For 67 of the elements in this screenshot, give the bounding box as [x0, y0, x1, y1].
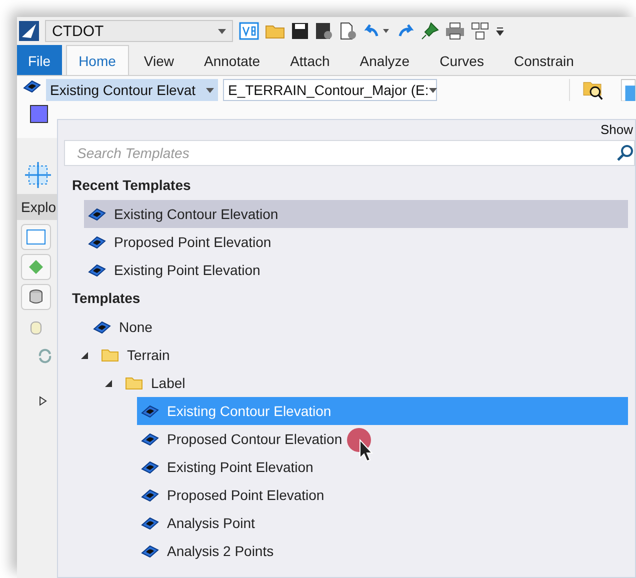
template-icon: [88, 235, 106, 249]
document-settings-icon[interactable]: [339, 22, 357, 40]
template-icon: [141, 404, 159, 418]
recent-template-item[interactable]: Existing Point Elevation: [84, 256, 628, 284]
template-item[interactable]: Existing Point Elevation: [137, 453, 628, 481]
tree-folder[interactable]: Label: [113, 369, 186, 397]
document-icon[interactable]: [620, 79, 636, 101]
template-icon: [141, 544, 159, 558]
template-item[interactable]: Proposed Contour Elevation: [137, 425, 628, 453]
printer-icon[interactable]: [445, 22, 465, 40]
collapse-arrow-icon[interactable]: [80, 352, 88, 358]
template-icon: [88, 207, 106, 221]
template-item[interactable]: None: [89, 313, 628, 341]
app-logo-icon: [19, 21, 39, 41]
ribbon-tab[interactable]: Home: [66, 45, 129, 75]
ribbon-tab[interactable]: Attach: [277, 45, 343, 75]
template-icon: [93, 320, 111, 334]
database-button[interactable]: [21, 284, 51, 310]
database-icon: [28, 289, 44, 305]
diamond-icon: [28, 259, 44, 275]
folder-icon: [101, 348, 119, 362]
search-icon[interactable]: [616, 144, 634, 162]
ribbon-tab[interactable]: Annotate: [191, 45, 274, 75]
save-icon[interactable]: [291, 22, 309, 40]
template-icon: [141, 488, 159, 502]
ribbon-tab[interactable]: Constrain: [500, 45, 587, 75]
workspace-dropdown[interactable]: CTDOT: [45, 20, 233, 42]
v8-button[interactable]: [21, 224, 51, 250]
template-dropdown[interactable]: Existing Contour Elevat: [46, 79, 218, 101]
v8-icon: [26, 229, 46, 245]
layout-icon[interactable]: [471, 22, 489, 40]
undo-icon[interactable]: [363, 23, 391, 39]
caret-icon: [206, 88, 214, 92]
template-icon: [141, 432, 159, 446]
template-icon: [141, 516, 159, 530]
search-field[interactable]: Search Templates: [64, 140, 635, 166]
explorer-tab[interactable]: Explo: [17, 194, 57, 220]
ribbon-tab[interactable]: File: [17, 45, 62, 75]
ribbon-tab[interactable]: Curves: [426, 45, 497, 75]
template-item[interactable]: Proposed Point Elevation: [137, 481, 628, 509]
template-icon: [88, 263, 106, 277]
customize-icon[interactable]: [495, 26, 505, 36]
section-heading: Recent Templates: [71, 176, 192, 195]
save-settings-icon[interactable]: [315, 22, 333, 40]
mouse-cursor-icon: [346, 428, 376, 464]
caret-icon: [428, 88, 437, 92]
color-swatch[interactable]: [30, 105, 48, 123]
template-item[interactable]: Analysis Point: [137, 509, 628, 537]
template-item[interactable]: Analysis 2 Points: [137, 537, 628, 565]
redo-icon[interactable]: [397, 23, 415, 39]
level-dropdown[interactable]: E_TERRAIN_Contour_Major (E:: [223, 79, 437, 101]
recent-template-item[interactable]: Existing Contour Elevation: [84, 200, 628, 228]
tree-folder[interactable]: Terrain: [89, 341, 170, 369]
collapse-arrow-icon[interactable]: [104, 380, 112, 386]
template-icon: [23, 79, 41, 93]
show-label: Show: [600, 122, 633, 137]
caret-icon: [218, 28, 226, 34]
search-input[interactable]: Search Templates: [75, 144, 379, 162]
section-heading: Templates: [71, 289, 142, 308]
recent-template-item[interactable]: Proposed Point Elevation: [84, 228, 628, 256]
folder-icon: [125, 376, 143, 390]
v8-icon[interactable]: [239, 22, 259, 40]
ribbon-tab[interactable]: Analyze: [346, 45, 423, 75]
expand-arrow-icon[interactable]: [39, 396, 47, 406]
pin-icon[interactable]: [421, 22, 439, 40]
ribbon-tab[interactable]: View: [130, 45, 188, 75]
template-icon: [141, 460, 159, 474]
